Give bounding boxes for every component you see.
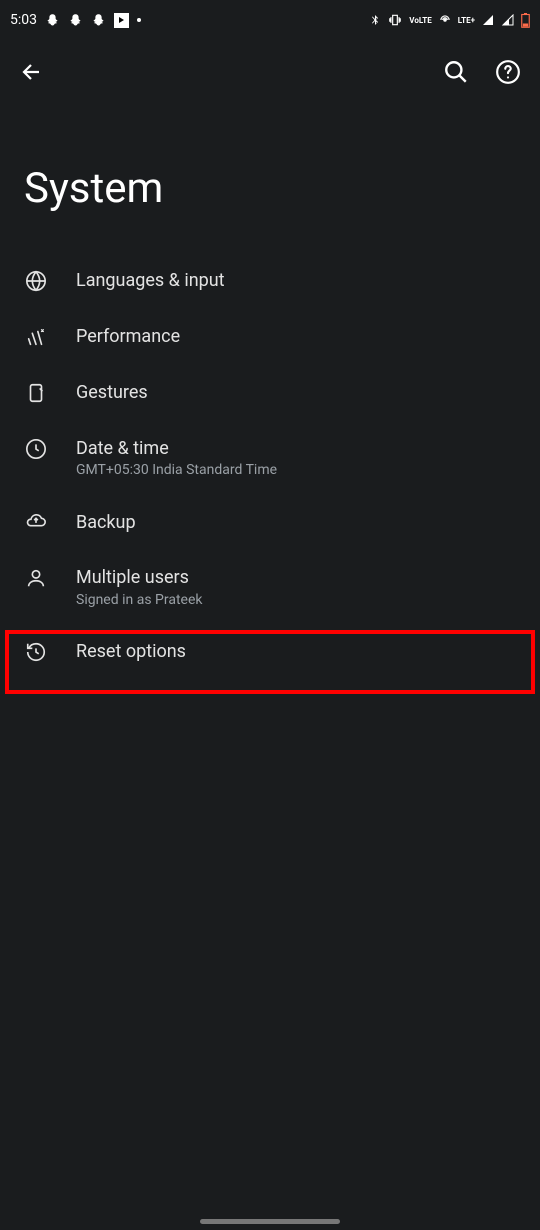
history-icon bbox=[24, 640, 48, 664]
notification-media-icon bbox=[114, 13, 129, 28]
status-bar: 5:03 VoLTE LTE+ bbox=[0, 0, 540, 40]
notification-snapchat-icon bbox=[45, 13, 60, 28]
settings-item-datetime[interactable]: Date & time GMT+05:30 India Standard Tim… bbox=[0, 421, 540, 494]
item-title: Performance bbox=[76, 325, 516, 348]
notification-snapchat-icon bbox=[68, 13, 83, 28]
help-button[interactable] bbox=[494, 58, 522, 86]
settings-item-gestures[interactable]: Gestures bbox=[0, 365, 540, 421]
vibrate-icon bbox=[387, 13, 403, 27]
bluetooth-icon bbox=[369, 13, 381, 27]
page-title: System bbox=[0, 104, 540, 253]
back-button[interactable] bbox=[18, 58, 46, 86]
gesture-nav-bar[interactable] bbox=[200, 1219, 340, 1224]
notification-more-icon bbox=[137, 18, 141, 22]
item-subtitle: GMT+05:30 India Standard Time bbox=[76, 462, 516, 478]
item-title: Gestures bbox=[76, 381, 516, 404]
settings-item-performance[interactable]: Performance bbox=[0, 309, 540, 365]
status-left: 5:03 bbox=[10, 12, 141, 28]
volte-icon: VoLTE bbox=[409, 16, 431, 25]
performance-icon bbox=[24, 325, 48, 349]
notification-snapchat-icon bbox=[91, 13, 106, 28]
item-title: Date & time bbox=[76, 437, 516, 460]
item-title: Multiple users bbox=[76, 566, 516, 589]
item-title: Languages & input bbox=[76, 269, 516, 292]
app-bar bbox=[0, 40, 540, 104]
lte-label: LTE+ bbox=[458, 16, 475, 25]
settings-item-languages[interactable]: Languages & input bbox=[0, 253, 540, 309]
status-right: VoLTE LTE+ bbox=[369, 13, 530, 28]
signal-icon-2 bbox=[501, 14, 515, 26]
item-title: Reset options bbox=[76, 640, 516, 663]
item-title: Backup bbox=[76, 511, 516, 534]
signal-icon bbox=[481, 14, 495, 26]
settings-item-backup[interactable]: Backup bbox=[0, 494, 540, 550]
settings-list: Languages & input Performance Gestures D… bbox=[0, 253, 540, 680]
cloud-upload-icon bbox=[24, 510, 48, 534]
search-button[interactable] bbox=[442, 58, 470, 86]
battery-icon bbox=[521, 13, 530, 28]
item-subtitle: Signed in as Prateek bbox=[76, 592, 516, 608]
clock-icon bbox=[24, 437, 48, 461]
settings-item-reset[interactable]: Reset options bbox=[0, 624, 540, 680]
gestures-icon bbox=[24, 381, 48, 405]
hotspot-icon bbox=[438, 13, 452, 27]
settings-item-users[interactable]: Multiple users Signed in as Prateek bbox=[0, 550, 540, 623]
status-time: 5:03 bbox=[10, 12, 37, 28]
person-icon bbox=[24, 566, 48, 590]
globe-icon bbox=[24, 269, 48, 293]
